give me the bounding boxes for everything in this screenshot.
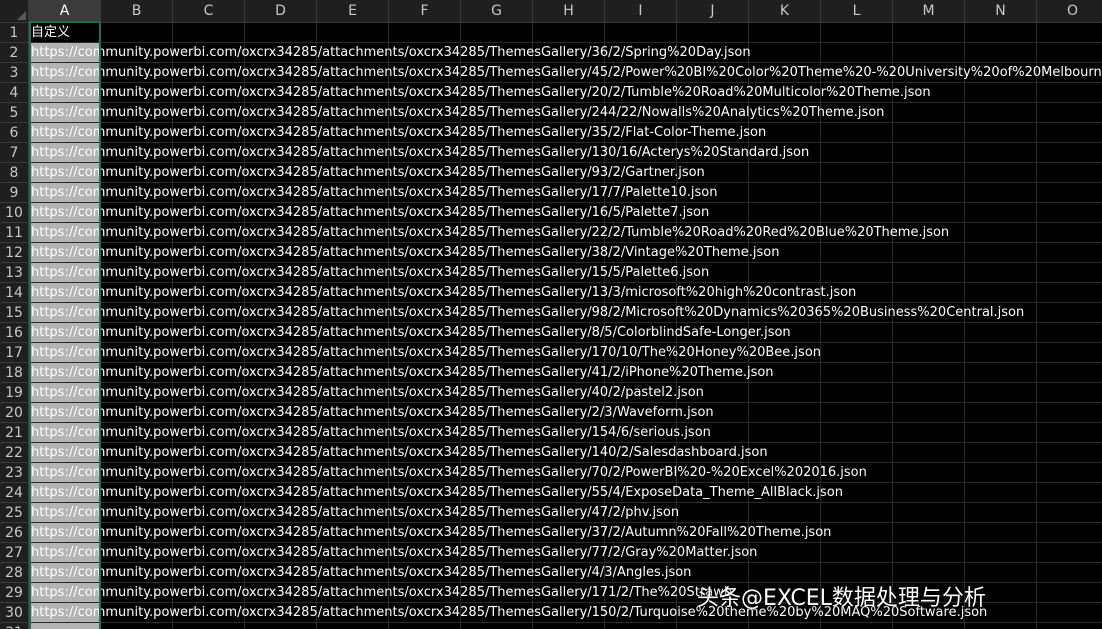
- spreadsheet: ABCDEFGHIJKLMNO 1 2 3 4 5 6 7 8 9 10 11 12 13 14 15 16 1…: [0, 0, 1102, 629]
- cell-url[interactable]: https://community.powerbi.com/oxcrx34285…: [31, 543, 757, 563]
- cell-url[interactable]: https://community.powerbi.com/oxcrx34285…: [31, 103, 884, 123]
- row-header-3[interactable]: 3: [0, 63, 29, 83]
- row-header-29[interactable]: 29: [0, 583, 29, 603]
- row-header-21[interactable]: 21: [0, 423, 29, 443]
- cell-url[interactable]: https://community.powerbi.com/oxcrx34285…: [31, 323, 791, 343]
- cell-url[interactable]: https://community.powerbi.com/oxcrx34285…: [31, 363, 774, 383]
- cell-url[interactable]: https://community.powerbi.com/oxcrx34285…: [31, 523, 831, 543]
- column-header-c[interactable]: C: [173, 0, 245, 23]
- row-header-31[interactable]: 31: [0, 623, 29, 629]
- cell-url[interactable]: https://community.powerbi.com/oxcrx34285…: [31, 303, 1024, 323]
- cell-url[interactable]: https://community.powerbi.com/oxcrx34285…: [31, 163, 705, 183]
- column-header-k[interactable]: K: [749, 0, 821, 23]
- row-header-27[interactable]: 27: [0, 543, 29, 563]
- row-header-22[interactable]: 22: [0, 443, 29, 463]
- row-header-17[interactable]: 17: [0, 343, 29, 363]
- row-header-6[interactable]: 6: [0, 123, 29, 143]
- row-header-18[interactable]: 18: [0, 363, 29, 383]
- column-header-n[interactable]: N: [965, 0, 1037, 23]
- column-gridline: [892, 23, 893, 629]
- column-header-b[interactable]: B: [101, 0, 173, 23]
- cell-url[interactable]: https://community.powerbi.com/oxcrx34285…: [31, 203, 709, 223]
- column-header-d[interactable]: D: [245, 0, 317, 23]
- row-header-19[interactable]: 19: [0, 383, 29, 403]
- cell-url[interactable]: https://community.powerbi.com/oxcrx34285…: [31, 83, 931, 103]
- cell-url[interactable]: https://community.powerbi.com/oxcrx34285…: [31, 183, 718, 203]
- column-header-e[interactable]: E: [317, 0, 389, 23]
- cell-url[interactable]: https://community.powerbi.com/oxcrx34285…: [31, 503, 679, 523]
- row-header-7[interactable]: 7: [0, 143, 29, 163]
- row-header-14[interactable]: 14: [0, 283, 29, 303]
- row-header-10[interactable]: 10: [0, 203, 29, 223]
- watermark-text: 头条@EXCEL数据处理与分析: [697, 586, 986, 611]
- cell-url[interactable]: https://community.powerbi.com/oxcrx34285…: [31, 263, 709, 283]
- cell-url[interactable]: https://community.powerbi.com/oxcrx34285…: [31, 43, 751, 63]
- cell-url[interactable]: https://community.powerbi.com/oxcrx34285…: [31, 283, 856, 303]
- cell-url[interactable]: https://community.powerbi.com/oxcrx34285…: [31, 63, 1102, 83]
- select-all-button[interactable]: [0, 0, 29, 23]
- cell-url[interactable]: https://community.powerbi.com/oxcrx34285…: [31, 123, 766, 143]
- row-header-23[interactable]: 23: [0, 463, 29, 483]
- column-header-bar: ABCDEFGHIJKLMNO: [0, 0, 1102, 23]
- row-header-24[interactable]: 24: [0, 483, 29, 503]
- cell-grid[interactable]: 自定义 https://community.powerbi.com/oxcrx34…: [29, 23, 1102, 629]
- row-header-30[interactable]: 30: [0, 603, 29, 623]
- column-header-g[interactable]: G: [461, 0, 533, 23]
- row-header-28[interactable]: 28: [0, 563, 29, 583]
- column-header-m[interactable]: M: [893, 0, 965, 23]
- cell-url[interactable]: https://community.powerbi.com/oxcrx34285…: [31, 343, 821, 363]
- cell-url[interactable]: https://community.powerbi.com/oxcrx34285…: [31, 443, 768, 463]
- row-header-1[interactable]: 1: [0, 23, 29, 43]
- cell-url[interactable]: https://community.powerbi.com/oxcrx34285…: [31, 383, 704, 403]
- column-header-h[interactable]: H: [533, 0, 605, 23]
- column-header-l[interactable]: L: [821, 0, 893, 23]
- cell-url[interactable]: https://community.powerbi.com/oxcrx34285…: [31, 403, 714, 423]
- cell-a1-header[interactable]: 自定义: [31, 23, 70, 43]
- row-header-13[interactable]: 13: [0, 263, 29, 283]
- column-header-j[interactable]: J: [677, 0, 749, 23]
- row-header-11[interactable]: 11: [0, 223, 29, 243]
- column-gridline: [1036, 23, 1037, 629]
- row-header-26[interactable]: 26: [0, 523, 29, 543]
- row-header-15[interactable]: 15: [0, 303, 29, 323]
- cell-url[interactable]: https://community.powerbi.com/oxcrx34285…: [31, 143, 809, 163]
- row-header-12[interactable]: 12: [0, 243, 29, 263]
- cell-url[interactable]: https://community.powerbi.com/oxcrx34285…: [31, 483, 843, 503]
- row-header-8[interactable]: 8: [0, 163, 29, 183]
- column-header-a[interactable]: A: [29, 0, 101, 23]
- row-header-4[interactable]: 4: [0, 83, 29, 103]
- cell-url[interactable]: https://community.powerbi.com/oxcrx34285…: [31, 463, 867, 483]
- cell-url[interactable]: https://community.powerbi.com/oxcrx34285…: [31, 583, 732, 603]
- column-header-o[interactable]: O: [1037, 0, 1102, 23]
- cell-url[interactable]: https://community.powerbi.com/oxcrx34285…: [31, 223, 949, 243]
- row-header-25[interactable]: 25: [0, 503, 29, 523]
- row-header-5[interactable]: 5: [0, 103, 29, 123]
- column-gridline: [964, 23, 965, 629]
- cell-url[interactable]: https://community.powerbi.com/oxcrx34285…: [31, 243, 779, 263]
- cell-url[interactable]: https://community.powerbi.com/oxcrx34285…: [31, 423, 711, 443]
- cell-url[interactable]: https://community.powerbi.com/oxcrx34285…: [31, 563, 691, 583]
- row-header-20[interactable]: 20: [0, 403, 29, 423]
- column-header-f[interactable]: F: [389, 0, 461, 23]
- row-header-2[interactable]: 2: [0, 43, 29, 63]
- row-header-9[interactable]: 9: [0, 183, 29, 203]
- row-header-16[interactable]: 16: [0, 323, 29, 343]
- column-header-i[interactable]: I: [605, 0, 677, 23]
